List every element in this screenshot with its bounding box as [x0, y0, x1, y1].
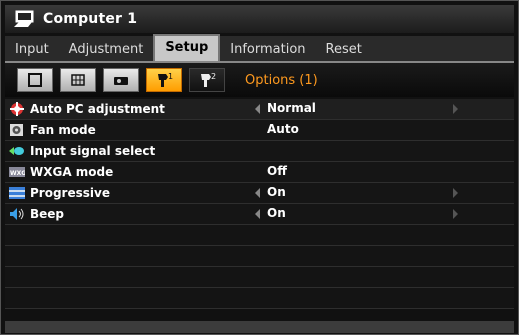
tab-information[interactable]: Information [220, 39, 315, 61]
tab-bar: Input Adjustment Setup Information Reset [5, 34, 514, 61]
row-label: Auto PC adjustment [30, 102, 165, 116]
screen-icon[interactable] [17, 68, 53, 92]
row-input-signal-select[interactable]: Input signal select [5, 141, 514, 162]
row-value: On [267, 185, 286, 199]
empty-row [5, 288, 514, 309]
auto-pc-icon [9, 102, 25, 116]
fan-icon [9, 123, 25, 137]
row-value: On [267, 206, 286, 220]
row-value: Auto [267, 122, 299, 136]
svg-text:2: 2 [211, 72, 216, 81]
tab-setup[interactable]: Setup [153, 34, 221, 61]
row-label: Fan mode [30, 123, 96, 137]
title-bar: Computer 1 [5, 5, 514, 33]
row-value: Normal [267, 101, 316, 115]
left-arrow-icon[interactable] [255, 188, 260, 198]
settings-list: Auto PC adjustment Normal Fan mode Auto … [5, 99, 514, 309]
left-arrow-icon[interactable] [255, 209, 260, 219]
empty-row [5, 246, 514, 267]
row-value: Off [267, 164, 287, 178]
row-progressive[interactable]: Progressive On [5, 183, 514, 204]
window-title: Computer 1 [43, 11, 138, 27]
projector-icon[interactable] [103, 68, 139, 92]
wxga-icon: WXGA [9, 165, 31, 179]
svg-text:WXGA: WXGA [10, 170, 25, 177]
row-label: WXGA mode [30, 165, 114, 179]
status-footer [5, 321, 514, 333]
grid-icon[interactable] [60, 68, 96, 92]
left-arrow-icon[interactable] [255, 104, 260, 114]
subtab-bar: 1 2 Options (1) [5, 61, 514, 97]
empty-row [5, 225, 514, 246]
svg-text:1: 1 [168, 72, 173, 81]
right-arrow-icon[interactable] [453, 104, 458, 114]
options1-icon[interactable]: 1 [146, 68, 182, 92]
right-arrow-icon[interactable] [453, 209, 458, 219]
progressive-icon [9, 186, 25, 200]
computer-icon [13, 9, 37, 29]
input-signal-icon [9, 144, 25, 158]
right-arrow-icon[interactable] [453, 188, 458, 198]
row-label: Beep [30, 207, 65, 221]
tab-input[interactable]: Input [5, 39, 59, 61]
row-fan-mode[interactable]: Fan mode Auto [5, 120, 514, 141]
row-label: Input signal select [30, 144, 156, 158]
tab-adjustment[interactable]: Adjustment [59, 39, 154, 61]
row-label: Progressive [30, 186, 110, 200]
osd-window: Computer 1 Input Adjustment Setup Inform… [0, 0, 519, 335]
tab-reset[interactable]: Reset [316, 39, 372, 61]
row-beep[interactable]: Beep On [5, 204, 514, 225]
row-auto-pc-adjustment[interactable]: Auto PC adjustment Normal [5, 99, 514, 120]
beep-icon [9, 207, 25, 221]
options2-icon[interactable]: 2 [189, 68, 225, 92]
empty-row [5, 267, 514, 288]
subtab-title: Options (1) [245, 72, 318, 88]
row-wxga-mode[interactable]: WXGA WXGA mode Off [5, 162, 514, 183]
